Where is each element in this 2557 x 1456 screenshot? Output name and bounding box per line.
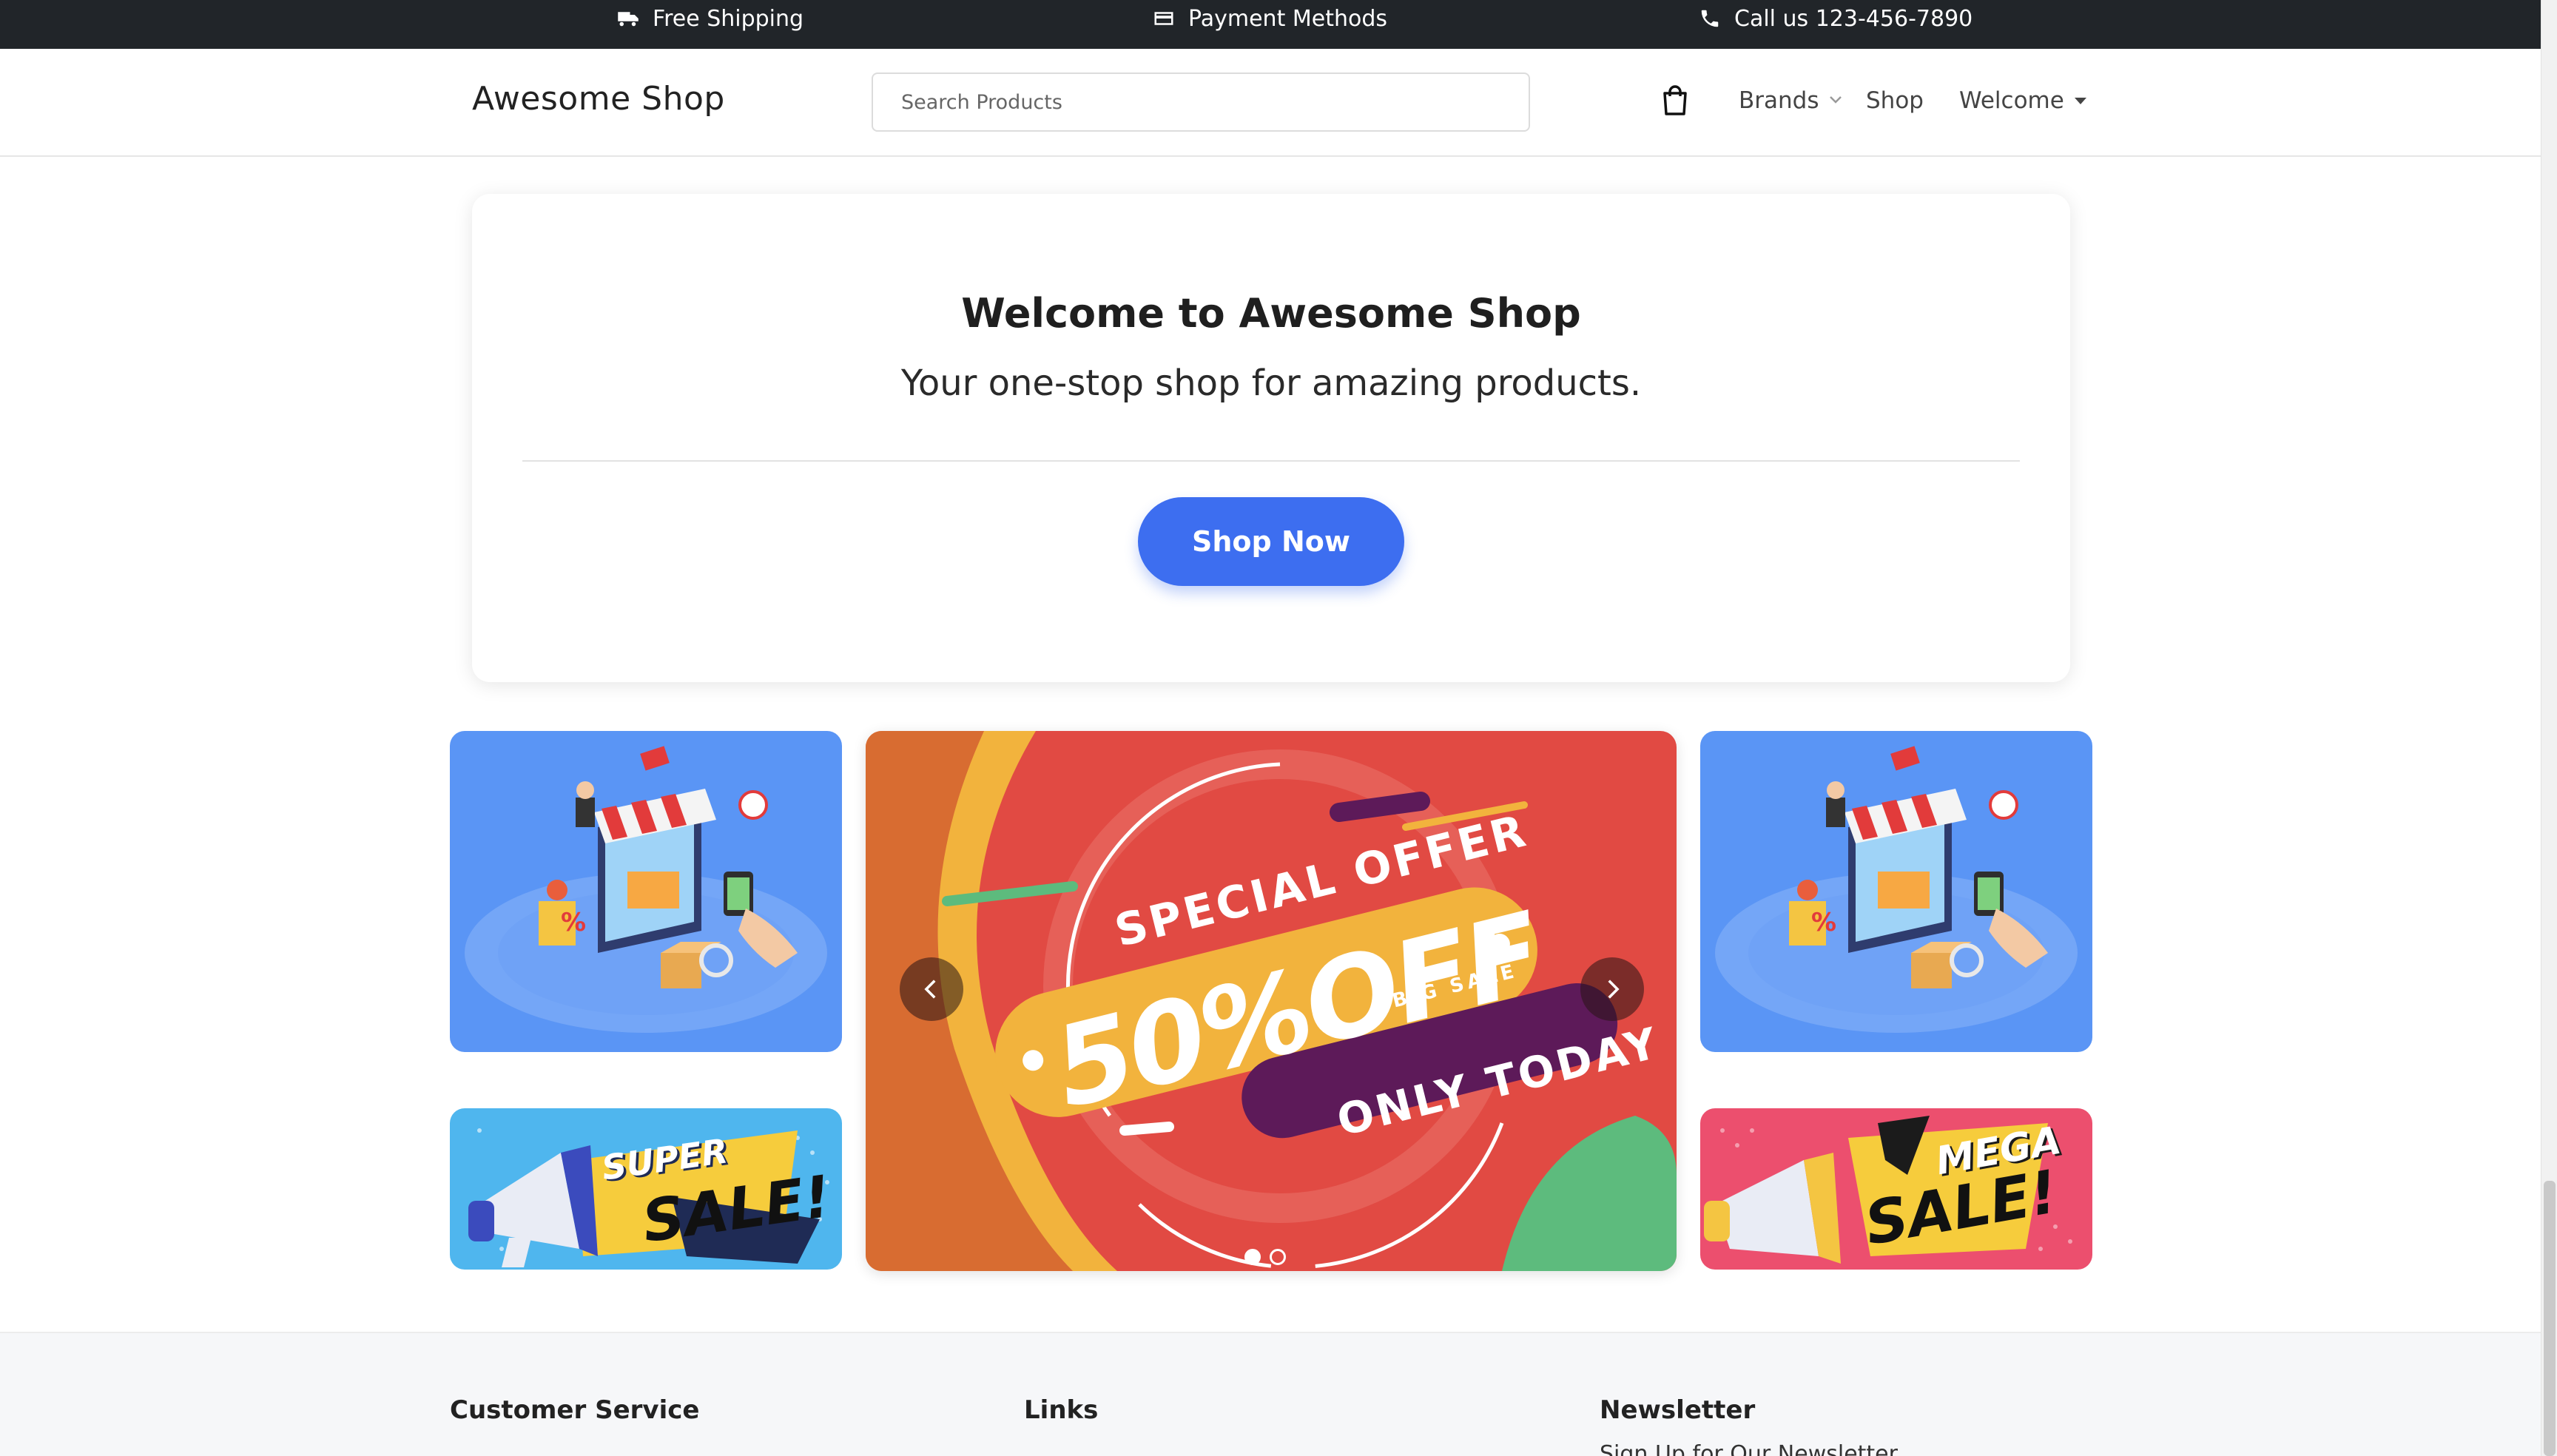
hero-card: Welcome to Awesome Shop Your one-stop sh… <box>472 194 2070 682</box>
nav-brands-label: Brands <box>1739 87 1819 114</box>
page-scrollbar[interactable] <box>2541 0 2557 1456</box>
footer-customer-service-heading: Customer Service <box>450 1395 700 1425</box>
carousel-dot-2[interactable] <box>1270 1249 1286 1265</box>
nav-shop-link[interactable]: Shop <box>1866 87 1924 114</box>
payment-methods-label: Payment Methods <box>1188 5 1388 32</box>
chevron-left-icon <box>924 980 936 999</box>
carousel-next-button[interactable] <box>1580 957 1644 1021</box>
hero-divider <box>522 460 2020 462</box>
chevron-right-icon <box>1608 980 1620 999</box>
shop-now-button[interactable]: Shop Now <box>1138 497 1404 586</box>
phone-label: Call us 123-456-7890 <box>1734 5 1973 32</box>
shopping-bag-icon[interactable] <box>1660 83 1690 117</box>
nav-welcome-dropdown[interactable]: Welcome <box>1959 87 2086 114</box>
nav-shop-label: Shop <box>1866 87 1924 114</box>
nav-welcome-label: Welcome <box>1959 87 2064 114</box>
banner-online-shop-right[interactable]: % <box>1700 731 2092 1052</box>
footer-newsletter-text: Sign Up for Our Newsletter <box>1600 1441 1898 1456</box>
promo-carousel[interactable]: SPECIAL OFFER 50%OFF BIG SALE ONLY TODAY <box>866 731 1677 1271</box>
banner-mega-sale[interactable]: MEGA SALE! <box>1700 1108 2092 1270</box>
banner-super-sale[interactable]: SUPER SALE! <box>450 1108 842 1270</box>
phone-item: Call us 123-456-7890 <box>1699 0 1973 37</box>
carousel-dot-1[interactable] <box>1244 1249 1261 1265</box>
hero-title: Welcome to Awesome Shop <box>961 290 1581 337</box>
footer-newsletter-heading: Newsletter <box>1600 1395 1756 1425</box>
credit-card-icon <box>1154 12 1173 25</box>
caret-down-icon <box>2074 97 2086 104</box>
site-footer: Customer Service Links Newsletter Sign U… <box>0 1332 2541 1456</box>
phone-icon <box>1701 10 1719 27</box>
main-navbar: Awesome Shop Brands Shop Welcome <box>0 49 2541 157</box>
truck-icon <box>618 12 639 27</box>
svg-text:%: % <box>1811 908 1836 937</box>
brand-logo[interactable]: Awesome Shop <box>472 80 725 118</box>
chevron-down-icon <box>1827 87 1845 114</box>
scrollbar-thumb[interactable] <box>2544 1181 2556 1456</box>
free-shipping-item: Free Shipping <box>617 0 804 37</box>
footer-links-heading: Links <box>1024 1395 1099 1425</box>
carousel-prev-button[interactable] <box>900 957 963 1021</box>
carousel-indicators <box>1244 1249 1286 1265</box>
online-shop-illustration: % <box>1700 731 2092 1052</box>
payment-methods-item: Payment Methods <box>1153 0 1387 37</box>
svg-text:%: % <box>561 908 586 937</box>
online-shop-illustration: % <box>450 731 842 1052</box>
hero-subtitle: Your one-stop shop for amazing products. <box>900 363 1642 404</box>
nav-brands-dropdown[interactable]: Brands <box>1739 87 1845 114</box>
free-shipping-label: Free Shipping <box>653 5 804 32</box>
top-info-bar: Free Shipping Payment Methods Call us 12… <box>0 0 2541 49</box>
banner-online-shop-left[interactable]: % <box>450 731 842 1052</box>
search-input[interactable] <box>872 73 1530 132</box>
